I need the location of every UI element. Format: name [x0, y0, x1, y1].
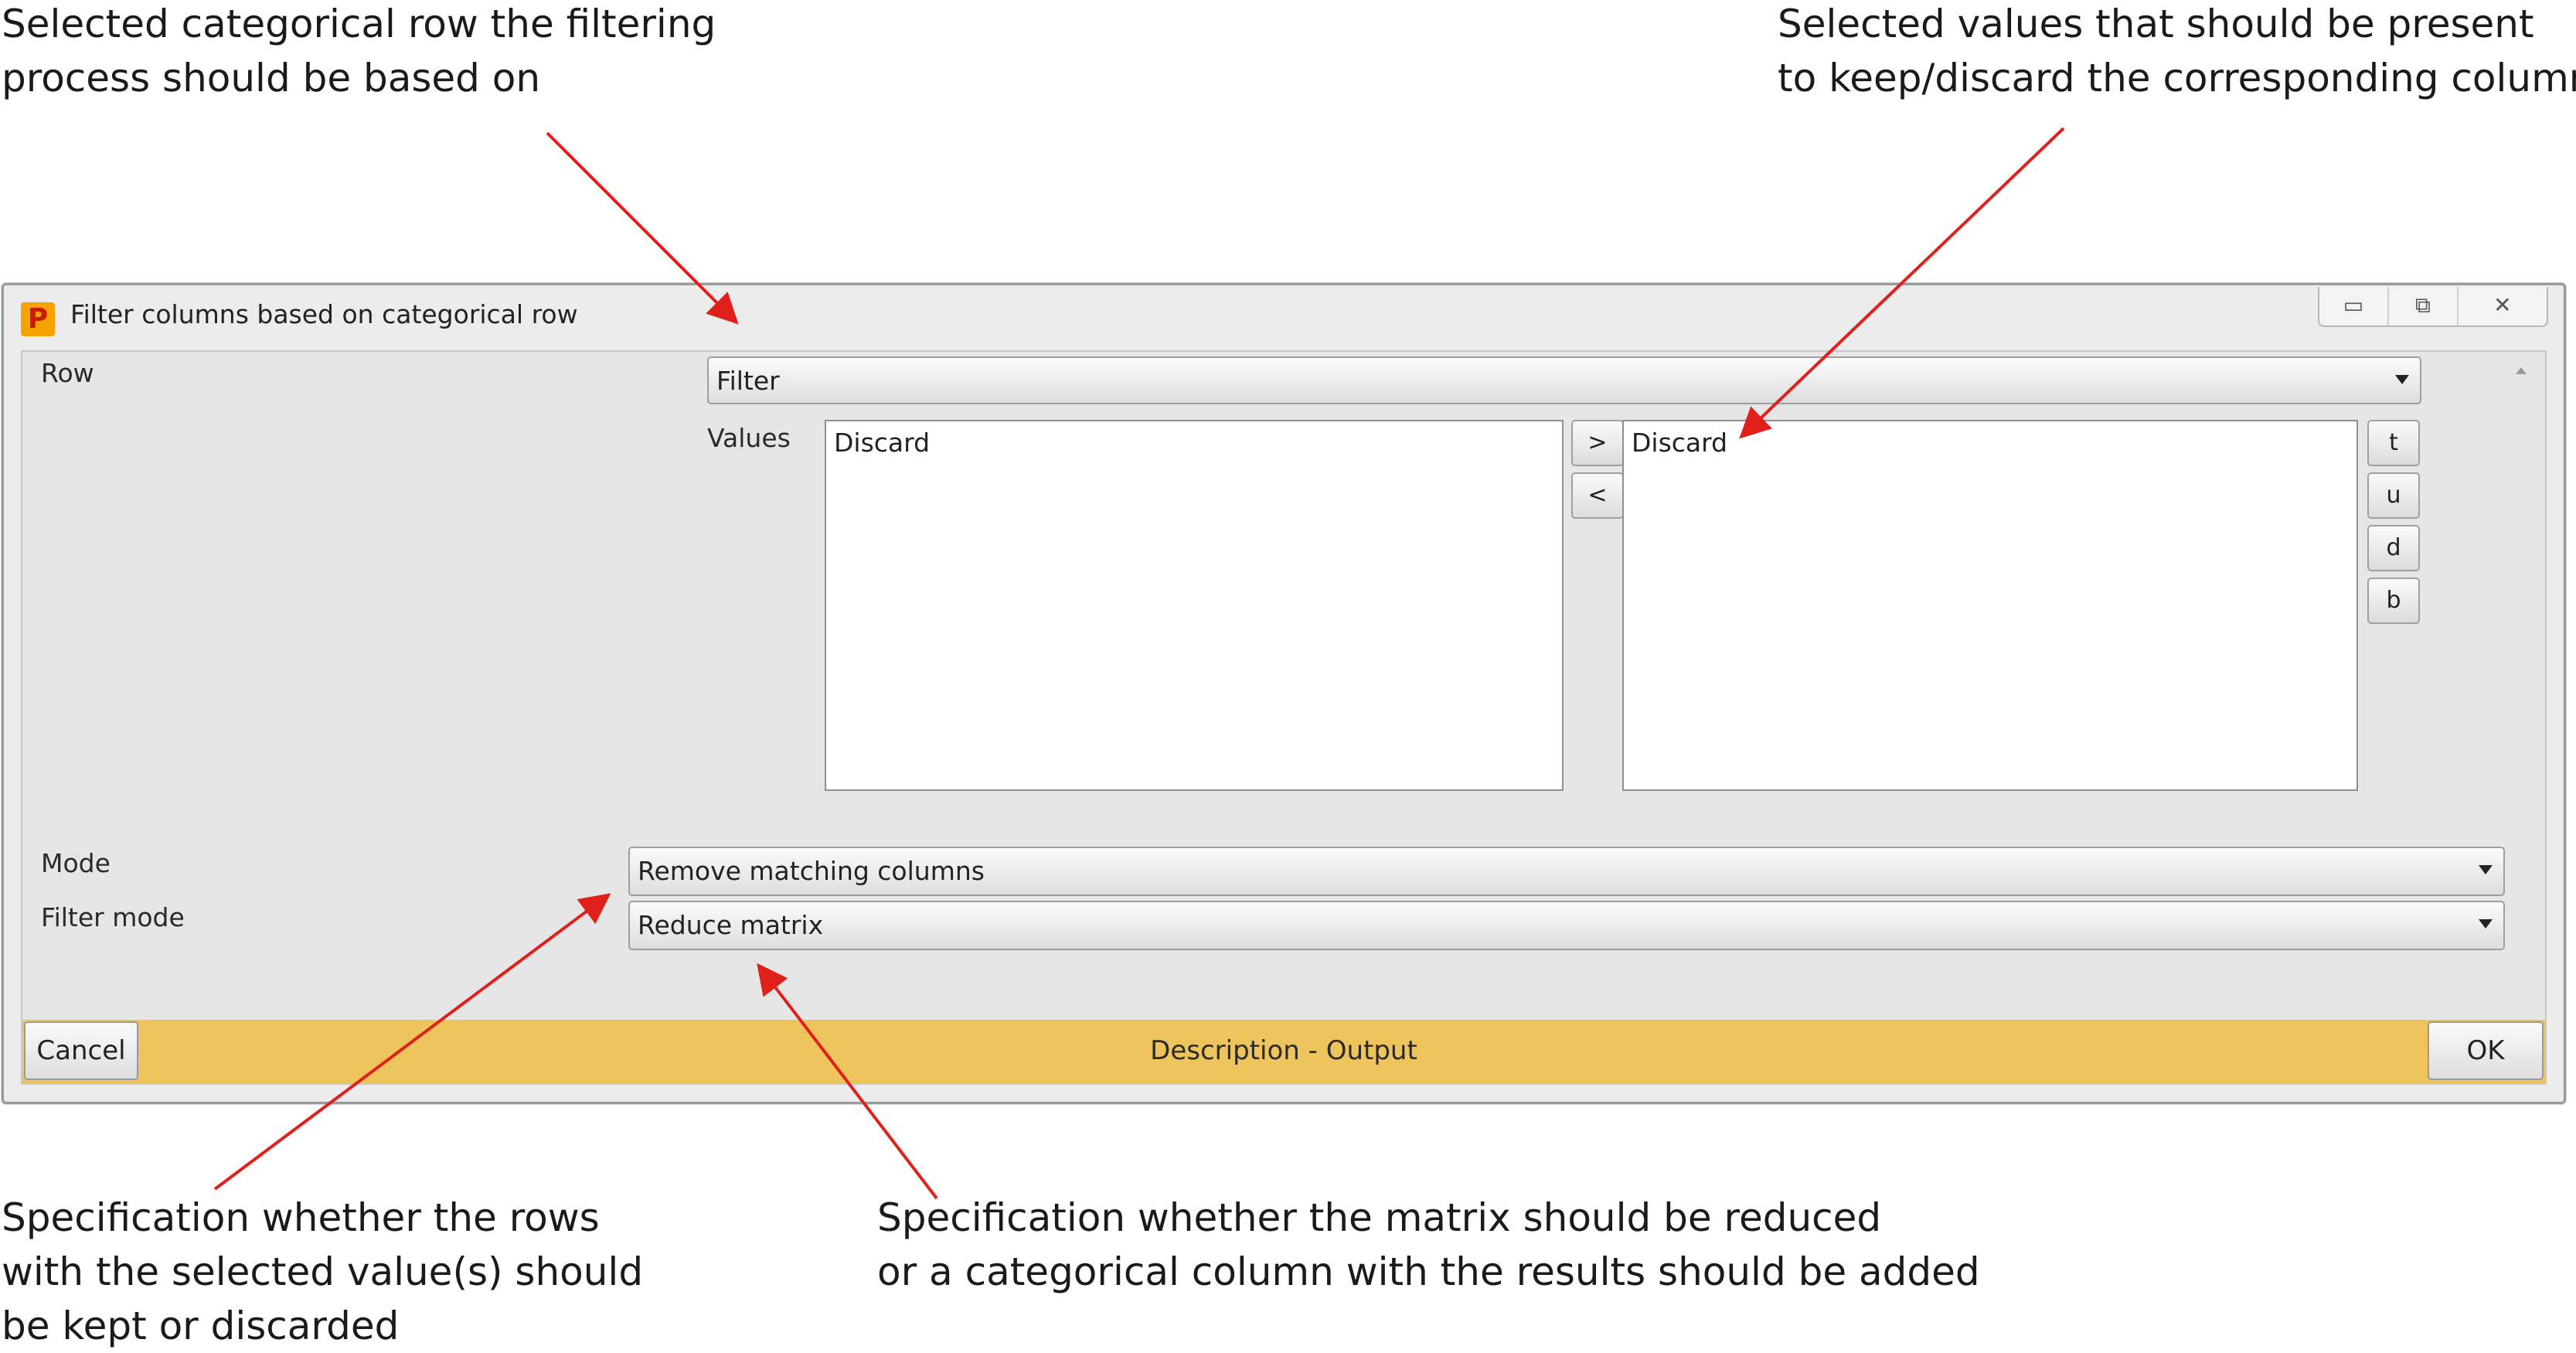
chevron-down-icon [2479, 919, 2493, 929]
title-bar[interactable]: P Filter columns based on categorical ro… [4, 285, 2564, 350]
annotation-selected-values: Selected values that should be present t… [1778, 2, 2576, 101]
chevron-down-icon [2395, 375, 2409, 384]
filter-mode-select-value: Reduce matrix [638, 910, 824, 940]
list-item[interactable]: Discard [1632, 428, 1727, 458]
list-item[interactable]: Discard [834, 428, 930, 458]
window-title: Filter columns based on categorical row [70, 299, 578, 329]
chevron-down-icon [2479, 865, 2493, 874]
row-select-value: Filter [716, 366, 780, 396]
move-up-button[interactable]: u [2367, 472, 2420, 519]
scroll-up-icon[interactable] [2516, 367, 2527, 374]
minimize-button[interactable]: ▭ [2319, 287, 2389, 325]
window-controls: ▭ ⧉ ✕ [2318, 287, 2548, 327]
dialog-content: Row Filter Values Discard > < Discard t … [21, 350, 2547, 1085]
dialog-window: P Filter columns based on categorical ro… [2, 283, 2566, 1104]
annotation-filter-mode: Specification whether the matrix should … [877, 1195, 1980, 1294]
close-button[interactable]: ✕ [2459, 287, 2547, 325]
annotation-mode: Specification whether the rows with the … [2, 1195, 644, 1348]
available-values-list[interactable]: Discard [825, 420, 1564, 791]
maximize-button[interactable]: ⧉ [2389, 287, 2459, 325]
perseus-app-icon: P [21, 302, 55, 336]
mode-select-value: Remove matching columns [638, 856, 985, 886]
move-bottom-button[interactable]: b [2367, 578, 2420, 624]
row-label: Row [41, 358, 94, 388]
mode-label: Mode [41, 848, 111, 878]
filter-mode-select[interactable]: Reduce matrix [628, 901, 2505, 950]
move-right-button[interactable]: > [1571, 420, 1624, 466]
selected-values-list[interactable]: Discard [1622, 420, 2358, 791]
move-top-button[interactable]: t [2367, 420, 2420, 466]
move-down-button[interactable]: d [2367, 525, 2420, 571]
annotation-row-selection: Selected categorical row the filtering p… [2, 2, 716, 101]
filter-mode-label: Filter mode [41, 902, 185, 932]
move-left-button[interactable]: < [1571, 472, 1624, 519]
ok-button[interactable]: OK [2428, 1021, 2544, 1080]
row-select[interactable]: Filter [707, 356, 2421, 404]
values-label: Values [707, 423, 791, 453]
mode-select[interactable]: Remove matching columns [628, 847, 2505, 896]
status-text: Description - Output [1150, 1035, 1417, 1066]
status-bar: Cancel Description - Output OK [22, 1020, 2545, 1083]
